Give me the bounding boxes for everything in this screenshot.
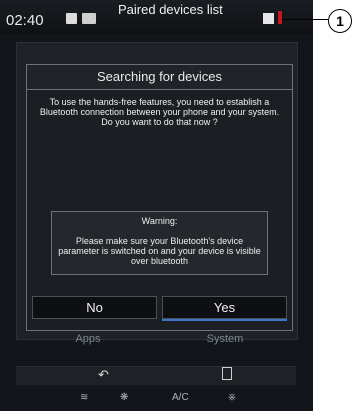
no-button[interactable]: No [32,296,157,319]
warning-text: Please make sure your Bluetooth's device… [58,236,261,266]
dialog-message: To use the hands-free features, you need… [39,97,280,127]
bottom-nav-bar [16,366,296,385]
status-bar: 02:40 Paired devices list [0,0,313,34]
searching-devices-dialog: Searching for devices To use the hands-f… [26,64,293,331]
phone-icon [82,13,96,24]
head-unit-screen: 02:40 Paired devices list Apps System Se… [0,0,313,411]
yes-button[interactable]: Yes [162,296,287,319]
book-icon [66,13,77,24]
apps-tile-label: Apps [75,333,101,345]
seat-heating-icon[interactable]: ≋ [80,392,88,403]
defrost-icon[interactable]: ⎈ [228,392,236,403]
dialog-title: Searching for devices [27,65,292,90]
battery-icon [278,11,282,24]
fan-icon[interactable]: ❋ [120,392,128,403]
callout-line [282,19,328,20]
system-tile-label: System [206,333,244,345]
clock: 02:40 [6,12,44,29]
yes-button-highlight [162,319,287,321]
signal-icon [263,13,274,24]
back-icon[interactable]: ↶ [98,367,109,383]
callout-marker: 1 [328,9,352,33]
warning-box: Warning: Please make sure your Bluetooth… [51,211,268,275]
warning-title: Warning: [141,216,178,226]
page-title: Paired devices list [118,2,223,17]
ac-button[interactable]: A/C [172,392,189,403]
menu-icon[interactable] [222,367,232,380]
